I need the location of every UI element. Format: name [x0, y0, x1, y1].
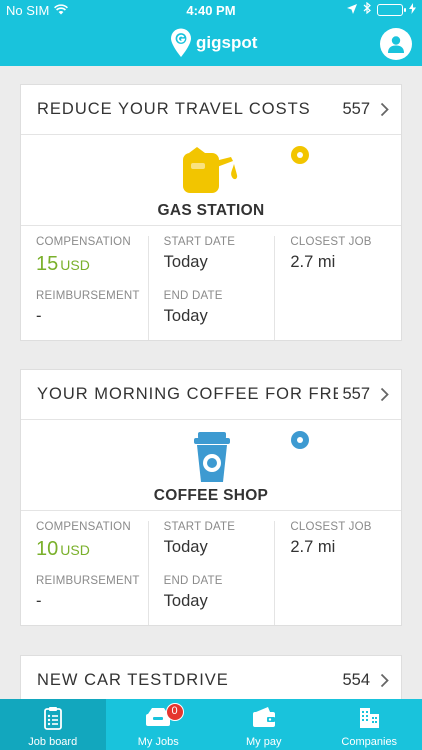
- card-header[interactable]: YOUR MORNING COFFEE FOR FREE 557: [21, 370, 401, 420]
- compensation-label: COMPENSATION: [36, 236, 131, 248]
- end-date-label: END DATE: [163, 575, 223, 587]
- reimbursement-label: REIMBURSEMENT: [36, 290, 140, 302]
- tab-my-pay[interactable]: My pay: [211, 699, 317, 750]
- compensation-label: COMPENSATION: [36, 521, 131, 533]
- clipboard-icon: [43, 707, 62, 730]
- compensation-column: COMPENSATION 10 USD REIMBURSEMENT -: [21, 521, 148, 625]
- reimbursement-value: -: [36, 592, 42, 610]
- job-card[interactable]: REDUCE YOUR TRAVEL COSTS 557 GAS STATION…: [20, 84, 402, 341]
- wallet-icon: [252, 707, 275, 727]
- wifi-icon: [54, 3, 69, 18]
- compensation-currency: USD: [60, 542, 90, 558]
- end-date-value: Today: [163, 307, 208, 325]
- end-date-label: END DATE: [163, 290, 223, 302]
- closest-job-label: CLOSEST JOB: [290, 236, 372, 248]
- location-pin-icon: [291, 146, 309, 164]
- tab-label: Job board: [28, 736, 78, 748]
- tab-my-jobs[interactable]: 0 My Jobs: [106, 699, 212, 750]
- end-date-value: Today: [163, 592, 208, 610]
- card-count: 554: [342, 671, 370, 689]
- dates-column: START DATE Today END DATE Today: [147, 236, 275, 340]
- tab-label: My Jobs: [137, 736, 179, 748]
- chevron-right-icon: [380, 102, 389, 117]
- start-date-label: START DATE: [163, 236, 236, 248]
- compensation-amount: 15: [36, 253, 59, 275]
- card-header[interactable]: REDUCE YOUR TRAVEL COSTS 557: [21, 85, 401, 135]
- job-card[interactable]: YOUR MORNING COFFEE FOR FREE 557 COFFEE …: [20, 369, 402, 626]
- compensation-value: 10 USD: [36, 538, 148, 562]
- tab-bar: Job board 0 My Jobs My pay Companies: [0, 699, 422, 750]
- card-header[interactable]: NEW CAR TESTDRIVE 554: [21, 656, 401, 699]
- card-title: NEW CAR TESTDRIVE: [37, 671, 229, 689]
- start-date-value: Today: [163, 538, 208, 556]
- category-label: GAS STATION: [157, 202, 265, 219]
- start-date-label: START DATE: [163, 521, 236, 533]
- card-count: 557: [342, 100, 370, 118]
- card-title: YOUR MORNING COFFEE FOR FREE: [37, 385, 339, 403]
- tab-label: My pay: [246, 736, 282, 748]
- closest-job-column: CLOSEST JOB 2.7 mi: [274, 236, 401, 340]
- tab-job-board[interactable]: Job board: [0, 699, 106, 750]
- status-bar: 4:40 PM No SIM: [0, 0, 422, 22]
- compensation-value: 15 USD: [36, 253, 148, 277]
- buildings-icon: [360, 708, 380, 728]
- notification-badge: 0: [165, 703, 184, 721]
- card-title: REDUCE YOUR TRAVEL COSTS: [37, 100, 311, 118]
- card-hero: COFFEE SHOP: [21, 420, 401, 511]
- charging-bolt-icon: [409, 2, 416, 17]
- closest-job-value: 2.7 mi: [290, 253, 336, 271]
- reimbursement-value: -: [36, 307, 42, 325]
- compensation-amount: 10: [36, 538, 59, 560]
- job-feed[interactable]: REDUCE YOUR TRAVEL COSTS 557 GAS STATION…: [0, 66, 422, 699]
- app-name: gigspot: [196, 33, 258, 52]
- category-label: COFFEE SHOP: [153, 487, 269, 504]
- card-details: COMPENSATION 10 USD REIMBURSEMENT - START…: [21, 511, 401, 625]
- reimbursement-label: REIMBURSEMENT: [36, 575, 140, 587]
- profile-avatar-button[interactable]: [380, 28, 412, 60]
- start-date-value: Today: [163, 253, 208, 271]
- card-count: 557: [342, 385, 370, 403]
- card-details: COMPENSATION 15 USD REIMBURSEMENT - START…: [21, 226, 401, 340]
- app-logo: gigspot: [170, 28, 257, 58]
- closest-job-column: CLOSEST JOB 2.7 mi: [274, 521, 401, 625]
- coffee-cup-icon: [194, 432, 230, 482]
- location-arrow-icon: [347, 2, 357, 17]
- gas-can-icon: [183, 147, 238, 193]
- dates-column: START DATE Today END DATE Today: [147, 521, 275, 625]
- chevron-right-icon: [380, 387, 389, 402]
- bluetooth-icon: [363, 1, 371, 17]
- job-card[interactable]: NEW CAR TESTDRIVE 554: [20, 655, 402, 699]
- tab-companies[interactable]: Companies: [317, 699, 422, 750]
- nav-bar: gigspot: [0, 22, 422, 66]
- closest-job-label: CLOSEST JOB: [290, 521, 372, 533]
- location-pin-icon: [291, 431, 309, 449]
- closest-job-value: 2.7 mi: [290, 538, 336, 556]
- user-icon: [388, 36, 404, 53]
- chevron-right-icon: [380, 673, 389, 688]
- compensation-column: COMPENSATION 15 USD REIMBURSEMENT -: [21, 236, 148, 340]
- compensation-currency: USD: [60, 257, 90, 273]
- gigspot-pin-icon: [171, 28, 191, 57]
- tab-label: Companies: [341, 736, 398, 748]
- battery-icon: [377, 3, 406, 16]
- carrier-label: No SIM: [6, 3, 50, 18]
- card-hero: GAS STATION: [21, 135, 401, 226]
